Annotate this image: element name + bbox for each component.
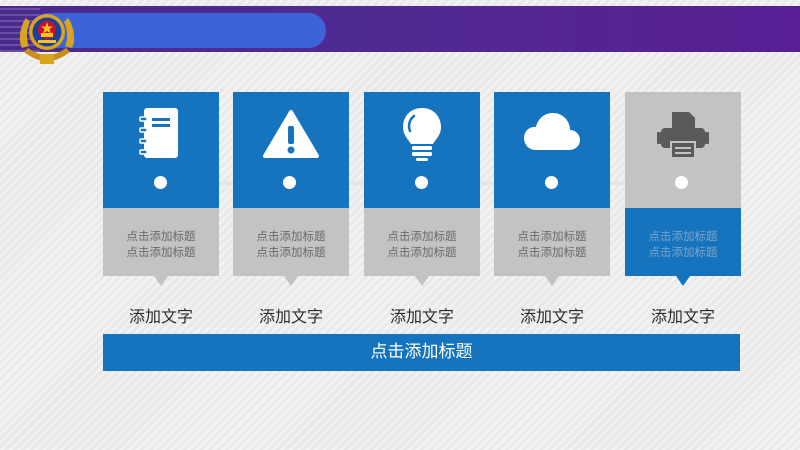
card-icon-panel <box>364 92 480 208</box>
card-label[interactable]: 添加文字 <box>482 303 622 327</box>
timeline-dot <box>154 176 167 189</box>
card-subtitle-line: 点击添加标题 <box>256 229 326 243</box>
card-pointer <box>154 276 168 286</box>
card-subtitle-line: 点击添加标题 <box>517 245 587 259</box>
card-icon-panel <box>103 92 219 208</box>
card-subtitle-line: 点击添加标题 <box>648 229 718 243</box>
card-subtitle-line: 点击添加标题 <box>126 229 196 243</box>
card-subtitle-line: 点击添加标题 <box>387 229 457 243</box>
card-subtitle[interactable]: 点击添加标题 点击添加标题 <box>103 228 219 260</box>
card-label[interactable]: 添加文字 <box>221 303 361 327</box>
printer-icon <box>657 112 709 159</box>
card-subtitle-line: 点击添加标题 <box>387 245 457 259</box>
card-subtitle[interactable]: 点击添加标题 点击添加标题 <box>364 228 480 260</box>
cloud-icon <box>524 113 580 150</box>
timeline-dot <box>415 176 428 189</box>
card-subtitle-line: 点击添加标题 <box>256 245 326 259</box>
card-pointer <box>415 276 429 286</box>
card-label[interactable]: 添加文字 <box>613 303 753 327</box>
timeline-dot <box>675 176 688 189</box>
feature-card-1: 点击添加标题 点击添加标题 <box>103 92 219 292</box>
timeline-dot <box>283 176 296 189</box>
lightbulb-icon <box>403 108 441 161</box>
card-pointer <box>545 276 559 286</box>
feature-card-3: 点击添加标题 点击添加标题 <box>364 92 480 292</box>
feature-card-5: 点击添加标题 点击添加标题 <box>625 92 741 292</box>
card-icon-panel <box>494 92 610 208</box>
card-icon-panel <box>233 92 349 208</box>
card-subtitle[interactable]: 点击添加标题 点击添加标题 <box>494 228 610 260</box>
card-subtitle-line: 点击添加标题 <box>648 245 718 259</box>
card-subtitle[interactable]: 点击添加标题 点击添加标题 <box>233 228 349 260</box>
feature-card-2: 点击添加标题 点击添加标题 <box>233 92 349 292</box>
police-emblem-icon <box>19 14 75 64</box>
card-pointer <box>676 276 690 286</box>
feature-card-4: 点击添加标题 点击添加标题 <box>494 92 610 292</box>
warning-icon <box>263 110 319 158</box>
card-subtitle[interactable]: 点击添加标题 点击添加标题 <box>625 228 741 260</box>
timeline-dot <box>545 176 558 189</box>
notebook-icon <box>139 108 178 158</box>
card-icon-panel <box>625 92 741 208</box>
card-pointer <box>284 276 298 286</box>
card-subtitle-line: 点击添加标题 <box>517 229 587 243</box>
card-label[interactable]: 添加文字 <box>91 303 231 327</box>
card-subtitle-line: 点击添加标题 <box>126 245 196 259</box>
banner-title[interactable]: 点击添加标题 <box>103 334 740 371</box>
card-label[interactable]: 添加文字 <box>352 303 492 327</box>
